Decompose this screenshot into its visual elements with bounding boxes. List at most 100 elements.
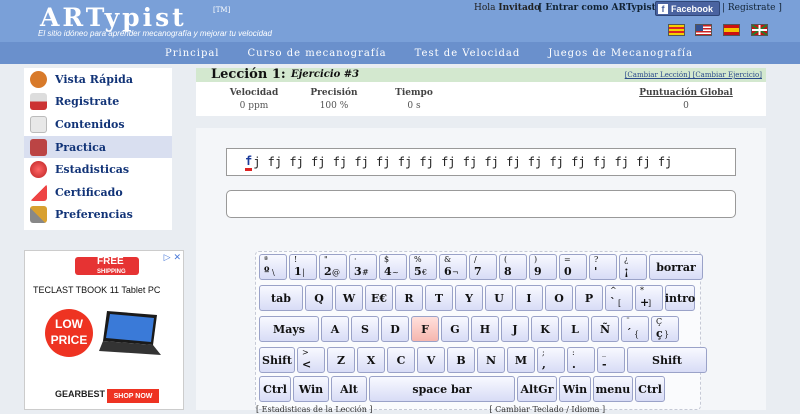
stat-score-label[interactable]: Puntuación Global <box>636 88 736 98</box>
basque-flag-icon[interactable] <box>751 24 768 36</box>
ad-shop-now-button[interactable]: SHOP NOW <box>107 389 159 403</box>
key-2[interactable]: " 2 @ <box>319 254 347 280</box>
key-p[interactable]: P <box>575 285 603 311</box>
sidebar-item-contenidos[interactable]: Contenidos <box>24 113 172 136</box>
typing-input[interactable] <box>226 190 736 218</box>
key-b[interactable]: B <box>447 347 475 373</box>
key-y[interactable]: Y <box>455 285 483 311</box>
key-ç[interactable]: Çç} <box>651 316 679 342</box>
key-0[interactable]: = 0 <box>559 254 587 280</box>
change-lesson-links[interactable]: [Cambiar Lección] [Cambiar Ejercicio] <box>625 71 762 79</box>
key-ctrl[interactable]: Ctrl <box>259 376 291 402</box>
key-9[interactable]: ) 9 <box>529 254 557 280</box>
nav-curso[interactable]: Curso de mecanografía <box>248 48 387 59</box>
key-altgr[interactable]: AltGr <box>517 376 557 402</box>
site-logo[interactable]: ARTypist <box>40 3 187 32</box>
sidebar-item-registrate[interactable]: Registrate <box>24 91 172 114</box>
key-7[interactable]: /7 <box>469 254 497 280</box>
key-u[interactable]: U <box>485 285 513 311</box>
key-f[interactable]: F <box>411 316 439 342</box>
key-alt[interactable]: Alt <box>331 376 367 402</box>
sidebar-item-certificado[interactable]: Certificado <box>24 181 172 204</box>
key-upper-char: & <box>444 255 452 264</box>
key-'[interactable]: ? ' <box>589 254 617 280</box>
ad-close-icon[interactable]: ▷ ✕ <box>164 253 181 263</box>
key-1[interactable]: ! 1 | <box>289 254 317 280</box>
key-mays[interactable]: Mays <box>259 316 319 342</box>
key-<[interactable]: > < <box>297 347 325 373</box>
key-ñ[interactable]: Ñ <box>591 316 619 342</box>
spain-flag-icon[interactable] <box>723 24 740 36</box>
key-m[interactable]: M <box>507 347 535 373</box>
key-`[interactable]: ^ `[ <box>605 285 633 311</box>
register-link[interactable]: | Registrate ] <box>722 3 782 13</box>
lesson-bar: Lección 1: Ejercicio #3 [Cambiar Lección… <box>196 67 766 82</box>
key-lower-char: < <box>302 358 312 371</box>
key-i[interactable]: I <box>515 285 543 311</box>
key-v[interactable]: V <box>417 347 445 373</box>
key-upper-char: = <box>564 255 571 264</box>
key-l[interactable]: L <box>561 316 589 342</box>
key-a[interactable]: A <box>321 316 349 342</box>
nav-principal[interactable]: Principal <box>165 48 220 59</box>
key-r[interactable]: R <box>395 285 423 311</box>
key-space-bar[interactable]: space bar <box>369 376 515 402</box>
key-s[interactable]: S <box>351 316 379 342</box>
key-win[interactable]: Win <box>293 376 329 402</box>
key--[interactable]: _ - <box>597 347 625 373</box>
key-tab[interactable]: tab <box>259 285 303 311</box>
key-.[interactable]: :. <box>567 347 595 373</box>
ad-brand: GEARBEST <box>55 389 106 399</box>
key-e€[interactable]: E€ <box>365 285 393 311</box>
key-ctrl[interactable]: Ctrl <box>635 376 665 402</box>
login-link[interactable]: [ Entrar como ARTypist o <box>538 3 665 13</box>
key-o[interactable]: O <box>545 285 573 311</box>
sidebar-item-practica[interactable]: Practica <box>24 135 172 159</box>
key-menu[interactable]: menu <box>593 376 633 402</box>
stats-panel: Velocidad 0 ppm Precisión 100 % Tiempo 0 s … <box>196 82 766 116</box>
key-upper-char: Ç <box>656 317 663 326</box>
key-lower-char: ´ <box>626 327 632 340</box>
key-x[interactable]: X <box>357 347 385 373</box>
key-borrar[interactable]: borrar <box>649 254 703 280</box>
key-n[interactable]: N <box>477 347 505 373</box>
key-g[interactable]: G <box>441 316 469 342</box>
key-º[interactable]: ª º \ <box>259 254 287 280</box>
key-w[interactable]: W <box>335 285 363 311</box>
key-shift[interactable]: Shift <box>627 347 707 373</box>
key-upper-char: ¿ <box>624 255 629 264</box>
key-¡[interactable]: ¿ ¡ <box>619 254 647 280</box>
advertisement[interactable]: ▷ ✕ FREE SHIPPING TECLAST TBOOK 11 Tablet… <box>24 250 184 410</box>
key-j[interactable]: J <box>501 316 529 342</box>
nav-test-velocidad[interactable]: Test de Velocidad <box>415 48 521 59</box>
key-upper-char: ? <box>594 255 599 264</box>
key-z[interactable]: Z <box>327 347 355 373</box>
key-d[interactable]: D <box>381 316 409 342</box>
sidebar-item-label: Certificado <box>55 185 123 199</box>
key-k[interactable]: K <box>531 316 559 342</box>
key-4[interactable]: $4 ~ <box>379 254 407 280</box>
key-c[interactable]: C <box>387 347 415 373</box>
key-´[interactable]: ¨ ´{ <box>621 316 649 342</box>
key-intro[interactable]: intro <box>665 285 695 311</box>
key-+[interactable]: * +] <box>635 285 663 311</box>
key-3[interactable]: · 3 # <box>349 254 377 280</box>
sidebar-item-preferencias[interactable]: Preferencias <box>24 204 172 227</box>
key-8[interactable]: (8 <box>499 254 527 280</box>
sidebar-item-estadisticas[interactable]: Estadisticas <box>24 158 172 181</box>
us-flag-icon[interactable] <box>695 24 712 36</box>
facebook-login-button[interactable]: f Facebook <box>655 1 720 16</box>
key-,[interactable]: ;, <box>537 347 565 373</box>
key-5[interactable]: % 5 € <box>409 254 437 280</box>
sidebar-item-label: Estadisticas <box>55 163 130 177</box>
sidebar-item-label: Practica <box>55 140 106 154</box>
key-win[interactable]: Win <box>559 376 591 402</box>
sidebar-item-vista-rapida[interactable]: Vista Rápida <box>24 68 172 91</box>
key-h[interactable]: H <box>471 316 499 342</box>
catalan-flag-icon[interactable] <box>668 24 685 36</box>
key-shift[interactable]: Shift <box>259 347 295 373</box>
nav-juegos[interactable]: Juegos de Mecanografía <box>548 48 693 59</box>
key-t[interactable]: T <box>425 285 453 311</box>
key-q[interactable]: Q <box>305 285 333 311</box>
key-6[interactable]: & 6 ¬ <box>439 254 467 280</box>
